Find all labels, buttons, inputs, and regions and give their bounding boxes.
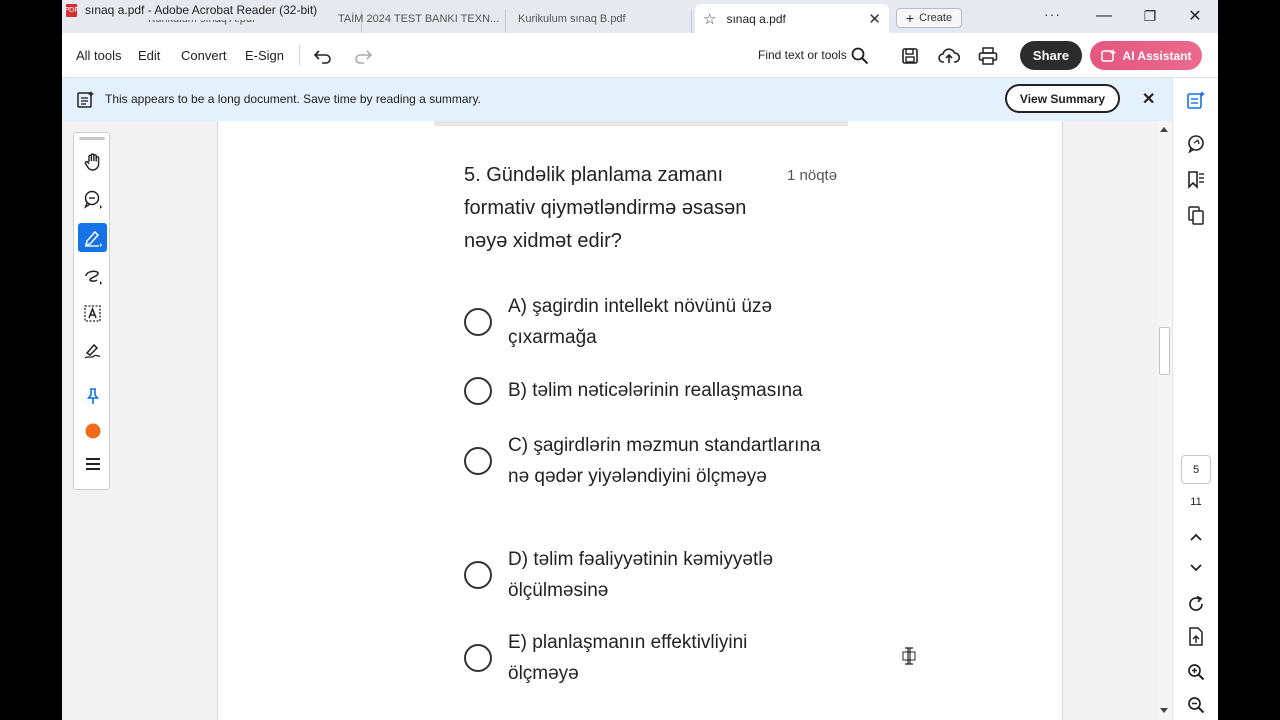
- close-banner-icon[interactable]: ✕: [1142, 89, 1155, 109]
- current-page-input[interactable]: 5: [1181, 455, 1211, 484]
- more-options-icon[interactable]: ···: [1044, 6, 1061, 22]
- option-e[interactable]: E) planlaşmanın effektivliyini ölçməyə: [464, 627, 854, 689]
- total-pages: 11: [1190, 496, 1202, 508]
- edit-menu[interactable]: Edit: [138, 48, 160, 63]
- banner-message: This appears to be a long document. Save…: [105, 92, 481, 106]
- pdf-file-icon: PDF: [65, 3, 78, 17]
- vertical-scrollbar[interactable]: [1157, 121, 1172, 720]
- option-a[interactable]: A) şagirdin intellekt növünü üzə çıxarma…: [464, 291, 854, 353]
- pdf-page[interactable]: 5. Gündəlik planlama zamanı formativ qiy…: [217, 121, 1063, 720]
- print-icon[interactable]: [976, 44, 1000, 68]
- window-title: sınaq a.pdf - Adobe Acrobat Reader (32-b…: [85, 3, 318, 17]
- question-title: 5. Gündəlik planlama zamanı formativ qiy…: [464, 164, 747, 252]
- find-text-or-tools[interactable]: Find text or tools: [758, 48, 847, 62]
- close-window-button[interactable]: ✕: [1183, 5, 1207, 27]
- page-export-icon[interactable]: [1185, 626, 1207, 648]
- window-title-bar: PDF sınaq a.pdf - Adobe Acrobat Reader (…: [62, 0, 318, 20]
- question-points: 1 nöqtə: [787, 167, 838, 184]
- maximize-button[interactable]: ❐: [1138, 5, 1162, 27]
- radio-option-a[interactable]: [464, 308, 492, 336]
- highlight-pen-icon[interactable]: [78, 223, 107, 252]
- rotate-icon[interactable]: [1185, 593, 1207, 615]
- zoom-out-icon[interactable]: [1185, 694, 1207, 716]
- minimize-button[interactable]: —: [1092, 5, 1116, 27]
- chevron-up-icon[interactable]: [1185, 526, 1207, 548]
- tab-taim-test-bank[interactable]: TAİM 2024 TEST BANKI TEXN...: [332, 10, 506, 33]
- active-tab-label: sınaq a.pdf: [726, 11, 786, 26]
- redo-icon[interactable]: [351, 44, 375, 68]
- scroll-thumb[interactable]: [1159, 327, 1170, 375]
- document-viewport[interactable]: 5. Gündəlik planlama zamanı formativ qiy…: [62, 121, 1172, 720]
- close-tab-icon[interactable]: ✕: [868, 10, 881, 28]
- tab-bar: PDF sınaq a.pdf - Adobe Acrobat Reader (…: [62, 0, 1218, 33]
- tab-sinaq-a[interactable]: ☆ sınaq a.pdf ✕: [695, 4, 889, 33]
- ai-assistant-button[interactable]: AI Assistant: [1090, 41, 1202, 70]
- scroll-up-arrow-icon[interactable]: [1159, 125, 1169, 133]
- cloud-upload-icon[interactable]: [937, 44, 961, 68]
- menu-icon[interactable]: [78, 449, 107, 478]
- freehand-draw-icon[interactable]: [78, 261, 107, 290]
- view-summary-button[interactable]: View Summary: [1005, 84, 1120, 113]
- option-c[interactable]: C) şagirdlərin məzmun standartlarına nə …: [464, 430, 854, 492]
- ai-assistant-icon: [1100, 48, 1117, 62]
- convert-menu[interactable]: Convert: [181, 48, 227, 63]
- text-cursor-icon: [902, 647, 916, 665]
- text-select-icon[interactable]: [78, 299, 107, 328]
- quick-tools-rail: [73, 132, 110, 490]
- pin-icon[interactable]: [78, 381, 107, 410]
- summary-banner: This appears to be a long document. Save…: [62, 78, 1172, 121]
- scroll-down-arrow-icon[interactable]: [1159, 707, 1169, 715]
- comment-icon[interactable]: [78, 185, 107, 214]
- radio-option-b[interactable]: [464, 376, 492, 405]
- pages-icon[interactable]: [1185, 205, 1207, 227]
- save-icon[interactable]: [898, 44, 922, 68]
- share-button[interactable]: Share: [1020, 41, 1082, 70]
- sign-icon[interactable]: [78, 336, 107, 365]
- rail-drag-handle[interactable]: [79, 137, 105, 140]
- search-icon[interactable]: [848, 44, 872, 68]
- chevron-down-icon[interactable]: [1185, 557, 1207, 579]
- plus-icon: +: [905, 10, 915, 26]
- option-b[interactable]: B) təlim nəticələrinin reallaşmasına: [464, 375, 854, 406]
- summary-doc-icon: [77, 91, 94, 108]
- zoom-in-icon[interactable]: [1185, 661, 1207, 683]
- color-dot-icon[interactable]: [78, 416, 107, 445]
- acrobat-window: PDF sınaq a.pdf - Adobe Acrobat Reader (…: [62, 0, 1218, 720]
- comments-panel-icon[interactable]: [1185, 132, 1207, 154]
- undo-icon[interactable]: [311, 44, 335, 68]
- radio-option-d[interactable]: [464, 561, 492, 589]
- radio-option-c[interactable]: [464, 447, 492, 475]
- right-side-panel: 5 11: [1172, 78, 1218, 720]
- all-tools-menu[interactable]: All tools: [76, 48, 122, 63]
- tab-kurikulum-b[interactable]: Kurikulum sınaq B.pdf: [512, 10, 692, 33]
- hand-icon[interactable]: [78, 148, 107, 177]
- form-card-edge: [434, 121, 848, 126]
- toolbar-divider: [299, 45, 300, 65]
- radio-option-e[interactable]: [464, 644, 492, 672]
- create-button[interactable]: + Create: [896, 8, 962, 28]
- option-d[interactable]: D) təlim fəaliyyətinin kəmiyyətlə ölçülm…: [464, 544, 854, 606]
- star-icon[interactable]: ☆: [703, 10, 716, 28]
- main-toolbar: All tools Edit Convert E-Sign Find text …: [62, 33, 1218, 78]
- bookmark-icon[interactable]: [1185, 168, 1207, 190]
- summary-icon[interactable]: [1185, 89, 1207, 111]
- esign-menu[interactable]: E-Sign: [245, 48, 284, 63]
